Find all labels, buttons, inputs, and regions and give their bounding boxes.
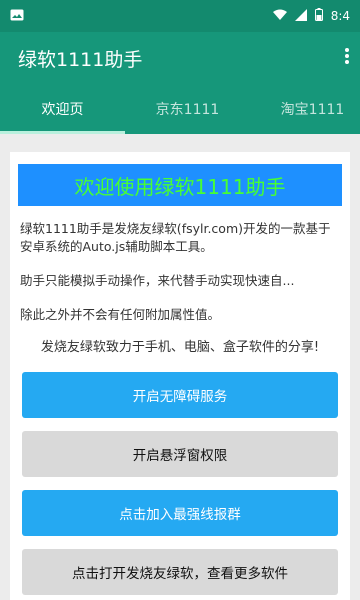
tab-taobao1111[interactable]: 淘宝1111 [250, 84, 360, 134]
more-vert-icon[interactable] [344, 47, 350, 70]
tab-label: 京东1111 [155, 102, 220, 118]
app-title: 绿软1111助手 [18, 48, 143, 71]
tab-jd1111[interactable]: 京东1111 [125, 84, 250, 134]
join-group-button[interactable]: 点击加入最强线报群 [22, 490, 338, 536]
share-text: 发烧友绿软致力于手机、电脑、盒子软件的分享! [40, 340, 320, 355]
wifi-icon [272, 9, 287, 24]
open-website-button[interactable]: 点击打开发烧友绿软，查看更多软件 [22, 549, 338, 595]
description-function: 助手只能模拟手动操作，来代替手动实现快速自... [20, 273, 295, 288]
tab-label: 淘宝1111 [280, 102, 345, 118]
battery-icon [314, 8, 323, 24]
status-bar: 8:4 [0, 0, 360, 32]
image-icon [10, 9, 24, 24]
welcome-banner: 欢迎使用绿软1111助手 [18, 164, 342, 206]
tab-label: 欢迎页 [41, 102, 84, 118]
tab-welcome[interactable]: 欢迎页 [0, 84, 125, 134]
welcome-card: 欢迎使用绿软1111助手 绿软1111助手是发烧友绿软(fsylr.com)开发… [10, 152, 350, 600]
enable-accessibility-button[interactable]: 开启无障碍服务 [22, 372, 338, 418]
enable-floating-window-button[interactable]: 开启悬浮窗权限 [22, 431, 338, 477]
description: 绿软1111助手是发烧友绿软(fsylr.com)开发的一款基于安卓系统的Aut… [18, 220, 342, 324]
status-time: 8:4 [330, 9, 350, 23]
description-note: 除此之外并不会有任何附加属性值。 [20, 307, 221, 322]
app-bar: 绿软1111助手 [0, 32, 360, 84]
banner-text: 欢迎使用绿软1111助手 [74, 174, 286, 199]
signal-icon [294, 8, 307, 24]
content-area: 欢迎使用绿软1111助手 绿软1111助手是发烧友绿软(fsylr.com)开发… [0, 134, 360, 600]
status-left [10, 9, 24, 24]
tab-bar: 欢迎页 京东1111 淘宝1111 [0, 84, 360, 134]
description-intro: 绿软1111助手是发烧友绿软(fsylr.com)开发的一款基于安卓系统的Aut… [20, 221, 331, 254]
status-right: 8:4 [272, 8, 350, 24]
